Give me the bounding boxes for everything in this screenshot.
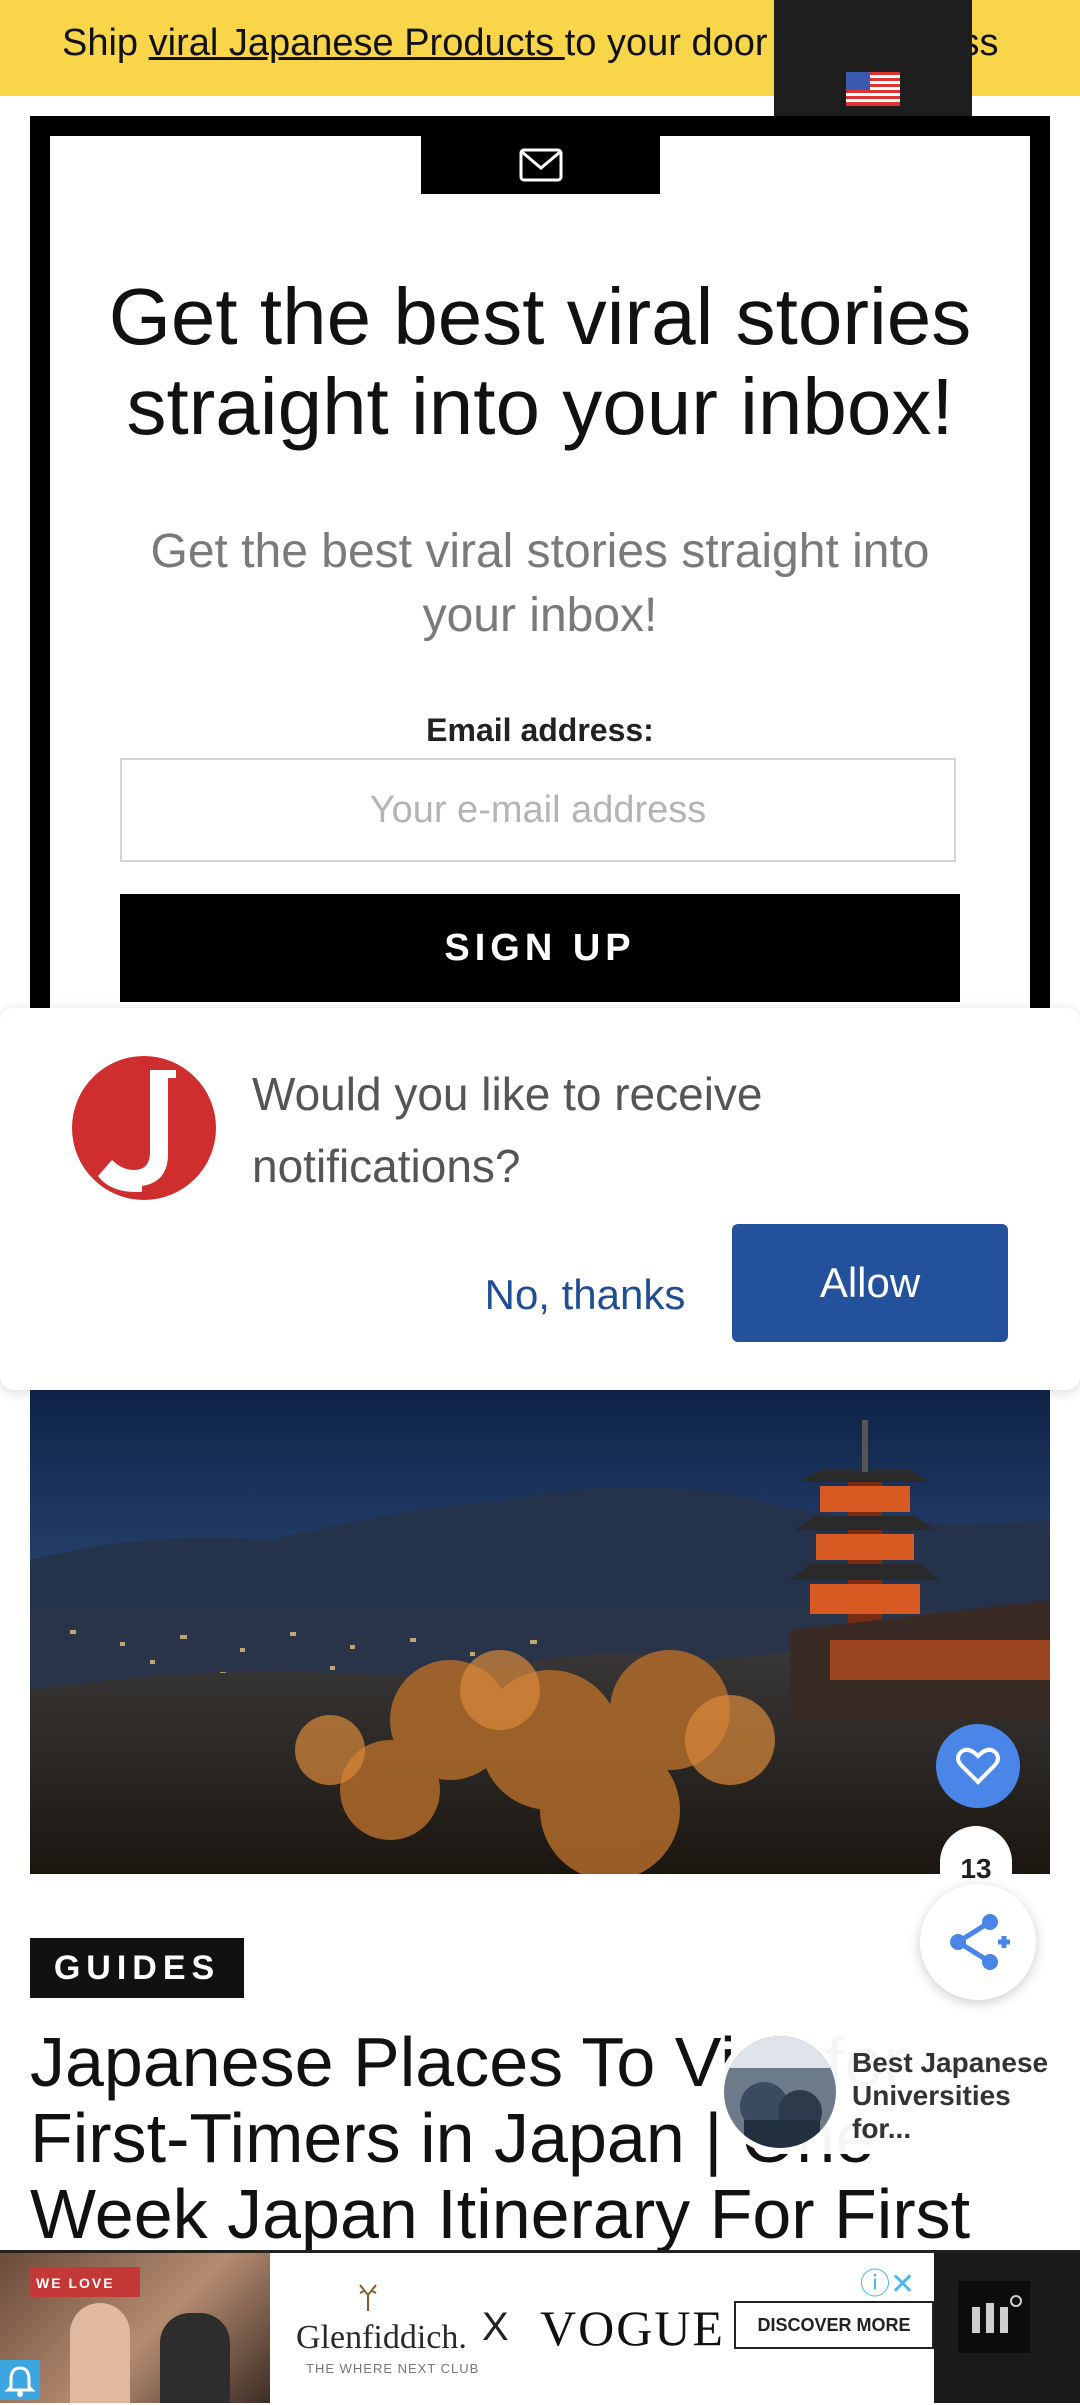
modal-title: Get the best viral stories straight into…: [108, 272, 972, 451]
ad-logo-panel: [934, 2253, 1080, 2403]
us-flag-icon[interactable]: [846, 72, 900, 106]
ad-brand-glenfiddich: Glenfiddich.: [296, 2319, 467, 2356]
recommended-thumbnail: [724, 2036, 836, 2148]
promo-text: Ship viral Japanese Products to your doo…: [62, 22, 999, 64]
email-label: Email address:: [426, 712, 654, 748]
no-thanks-button[interactable]: No, thanks: [470, 1254, 700, 1336]
share-icon: [950, 1914, 1010, 1970]
email-field[interactable]: [120, 758, 956, 862]
mail-icon: [519, 148, 563, 182]
ad-close-icon[interactable]: ⓘ✕: [860, 2259, 915, 2303]
share-button[interactable]: [920, 1884, 1036, 2000]
allow-button[interactable]: Allow: [732, 1224, 1008, 1342]
publisher-logo-icon: [958, 2281, 1030, 2353]
heart-icon: [956, 1747, 1000, 1785]
recommended-title: Best Japanese Universities for...: [852, 2047, 1049, 2144]
newsletter-modal: Get the best viral stories straight into…: [30, 116, 1050, 1016]
article-hero-image[interactable]: [30, 1390, 1050, 1874]
stag-logo-icon: [359, 2284, 377, 2311]
ad-collab-x: X: [482, 2305, 509, 2349]
category-tag[interactable]: GUIDES: [30, 1938, 244, 1998]
newsletter-panel: Get the best viral stories straight into…: [50, 136, 1030, 1016]
notification-prompt: Would you like to receive notifications?…: [0, 1008, 1080, 1390]
ad-banner[interactable]: WE LOVE Glenfiddich. THE WHERE NEXT CLUB…: [0, 2250, 1080, 2403]
site-logo-icon: [72, 1056, 216, 1200]
ad-video-thumbnail[interactable]: WE LOVE: [0, 2253, 270, 2403]
modal-subtitle: Get the best viral stories straight into…: [150, 525, 930, 642]
ad-brand-vogue: VOGUE: [540, 2300, 725, 2356]
notification-bell-icon[interactable]: [0, 2360, 40, 2400]
sign-up-button[interactable]: SIGN UP: [120, 894, 960, 1002]
ad-discover-button[interactable]: DISCOVER MORE: [734, 2301, 934, 2349]
like-button[interactable]: [936, 1724, 1020, 1808]
recommended-article-card[interactable]: Best Japanese Universities for...: [718, 2030, 1080, 2154]
kyoto-night-photo: [30, 1390, 1050, 1874]
ad-brand-tagline: THE WHERE NEXT CLUB: [306, 2361, 480, 2376]
notification-message: Would you like to receive notifications?: [252, 1068, 763, 1192]
promo-link[interactable]: viral Japanese Products: [149, 22, 565, 64]
ad-video-text: WE LOVE: [36, 2275, 115, 2291]
mail-tab: [421, 136, 660, 194]
